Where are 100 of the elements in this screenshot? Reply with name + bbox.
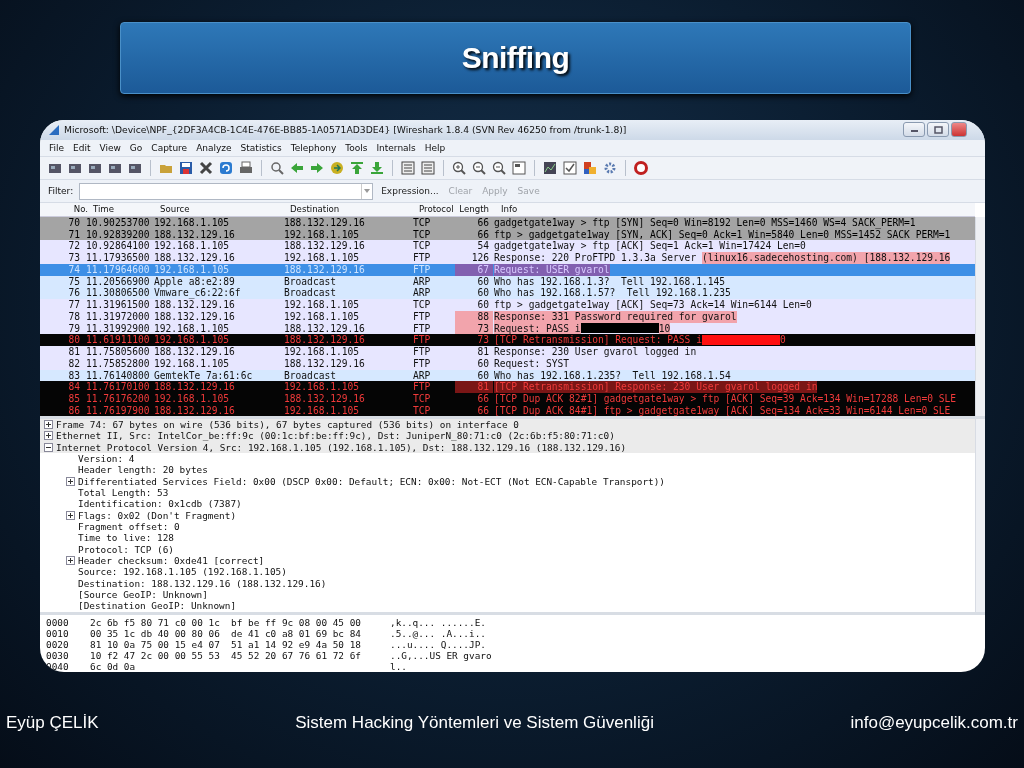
packet-row[interactable]: 80 11.61911100 192.168.1.105 188.132.129.16 FTP 73 [TCP Retransmission] Request: PASS i 0: [40, 334, 975, 347]
expand-icon[interactable]: [66, 510, 75, 520]
info-text: ftp > gadgetgate1way [SYN, ACK] Seq=0 Ack=1 Win=5840 Len=0 MSS=1452 SACK_PERM=1: [494, 228, 951, 241]
close-icon[interactable]: [199, 161, 213, 176]
packet-row[interactable]: 86 11.76197900 188.132.129.16 192.168.1.105 TCP 66 [TCP Dup ACK 84#1] ftp > gadgetgate1way [ACK] Seq=134 Ack=33 Win=6144 Len=0 SLE: [40, 404, 975, 416]
packet-row[interactable]: 85 11.76176200 192.168.1.105 188.132.129.16 TCP 66 [TCP Dup ACK 82#1] gadgetgate1way > ftp [ACK] Seq=39 Ack=134 Win=17288 Len=0 SLE: [40, 393, 975, 405]
tree-item[interactable]: [Destination GeoIP: Unknown]: [78, 600, 237, 612]
filter-button[interactable]: Expression...: [379, 186, 441, 196]
table-cell-text: 66: [476, 404, 490, 416]
table-cell-text: 11.75852800: [85, 357, 151, 370]
minimize-button[interactable]: [903, 122, 925, 138]
bottom-arrow-icon[interactable]: [370, 161, 384, 176]
zoom-reset-icon[interactable]: [492, 161, 506, 176]
tree-item[interactable]: Differentiated Services Field: 0x00 (DSCP 0x00: Default; ECN: 0x00: Not-ECT (Not ECN-Capable Transport)): [78, 475, 665, 487]
column-header[interactable]: Protocol: [417, 204, 459, 215]
maximize-button[interactable]: [927, 122, 949, 138]
tree-item[interactable]: [Source GeoIP: Unknown]: [78, 589, 208, 601]
left-arrow-icon[interactable]: [290, 161, 304, 176]
tree-item[interactable]: Total Length: 53: [78, 486, 169, 499]
tree-item[interactable]: Source: 192.168.1.105 (192.168.1.105): [78, 566, 287, 578]
tree-item[interactable]: Flags: 0x02 (Don't Fragment): [78, 509, 237, 521]
table-cell-text: 10.90253700: [85, 216, 151, 229]
table-cell-text: 11.76140800: [85, 369, 151, 382]
collapse-icon[interactable]: [44, 442, 53, 452]
author-name: Eyüp ÇELİK: [6, 713, 99, 733]
scrollbar[interactable]: [975, 418, 985, 612]
menu-item[interactable]: Help: [424, 143, 446, 154]
print-icon[interactable]: [239, 161, 253, 176]
column-header[interactable]: Length: [459, 204, 493, 215]
card-icon[interactable]: [68, 161, 82, 176]
card-icon[interactable]: [88, 161, 102, 176]
tree-item[interactable]: Version: 4: [78, 452, 135, 465]
table-cell-text: 192.168.1.105: [154, 322, 231, 335]
column-header[interactable]: Time: [88, 204, 158, 215]
list-icon[interactable]: [401, 161, 415, 176]
table-cell-text: 188.132.129.16: [284, 263, 366, 276]
table-cell-text: FTP: [413, 322, 432, 335]
close-button[interactable]: [951, 122, 967, 138]
menu-item[interactable]: Internals: [376, 143, 416, 154]
colors-icon[interactable]: [583, 161, 597, 176]
tree-item[interactable]: Header length: 20 bytes: [78, 464, 208, 476]
column-header[interactable]: Destination: [288, 204, 417, 215]
menu-item[interactable]: View: [99, 143, 121, 154]
menu-item[interactable]: Telephony: [290, 143, 337, 154]
info-text: Response: 220 ProFTPD 1.3.3a Server: [494, 252, 698, 264]
resize-icon[interactable]: [512, 161, 526, 176]
hex-bytes: 6c 0d 0a: [90, 661, 137, 672]
right-arrow-icon[interactable]: [310, 161, 324, 176]
packet-row[interactable]: 81 11.75805600 188.132.129.16 192.168.1.105 FTP 81 Response: 230 User gvarol logged in: [40, 346, 975, 358]
table-cell-text: 10.92864100: [85, 240, 151, 253]
table-cell-text: 60: [476, 275, 490, 288]
expand-icon[interactable]: [44, 420, 53, 429]
search-icon[interactable]: [270, 161, 284, 176]
gear-icon[interactable]: [603, 161, 617, 176]
ascii-text: l..: [390, 661, 407, 672]
packet-row[interactable]: 77 11.31961500 188.132.129.16 192.168.1.105 TCP 60 ftp > gadgetgate1way [ACK] Seq=73 Ack=14 Win=6144 Len=0: [40, 299, 975, 311]
filter-field[interactable]: [79, 182, 374, 200]
card-icon[interactable]: [108, 161, 122, 176]
zoom-in-icon[interactable]: [452, 161, 466, 176]
dropdown-icon[interactable]: [361, 183, 373, 199]
table-cell-text: 188.132.129.16: [284, 216, 366, 229]
jump-icon[interactable]: [330, 161, 344, 176]
tree-item[interactable]: Identification: 0x1cdb (7387): [78, 498, 242, 510]
column-header[interactable]: No.: [40, 204, 88, 215]
expand-icon[interactable]: [66, 476, 75, 486]
table-cell-text: 192.168.1.105: [284, 252, 361, 264]
info-text: Response: 230 User gvarol logged in: [494, 346, 697, 358]
lifebuoy-icon[interactable]: [634, 161, 648, 176]
list-icon[interactable]: [421, 161, 435, 176]
packet-row[interactable]: 73 11.17936500 188.132.129.16 192.168.1.105 FTP 126 Response: 220 ProFTPD 1.3.3a Server (linux16.sadecehosting.com) [188.132.129.16: [40, 252, 975, 264]
packet-row[interactable]: 76 11.30806500 Vmware_c6:22:6f Broadcast ARP 60 Who has 192.168.1.57? Tell 192.168.1.235: [40, 287, 975, 300]
graph-icon[interactable]: [543, 161, 557, 176]
packet-row[interactable]: 72 10.92864100 192.168.1.105 188.132.129.16 TCP 54 gadgetgate1way > ftp [ACK] Seq=1 Ack=1 Win=17424 Len=0: [40, 240, 975, 253]
expand-icon[interactable]: [44, 431, 53, 441]
table-cell-text: 77: [67, 299, 81, 311]
save-icon[interactable]: [179, 161, 193, 176]
tree-item[interactable]: Protocol: TCP (6): [78, 543, 174, 555]
reload-icon[interactable]: [219, 161, 233, 176]
expand-icon[interactable]: [66, 556, 75, 566]
scrollbar[interactable]: [975, 216, 985, 416]
packet-row[interactable]: 84 11.76170100 188.132.129.16 192.168.1.105 FTP 81 [TCP Retransmission] Response: 230 User gvarol logged in: [40, 381, 975, 394]
menu-item[interactable]: Statistics: [240, 143, 282, 154]
top-arrow-icon[interactable]: [350, 161, 364, 176]
card-icon[interactable]: [128, 161, 142, 176]
column-header[interactable]: Source: [158, 204, 288, 215]
tree-item[interactable]: Fragment offset: 0: [78, 520, 180, 533]
checkbox-icon[interactable]: [563, 161, 577, 176]
menu-item[interactable]: File: [49, 143, 65, 154]
menu-item[interactable]: Go: [129, 143, 143, 154]
tree-item[interactable]: Destination: 188.132.129.16 (188.132.129.16): [78, 577, 327, 589]
card-icon[interactable]: [48, 161, 62, 176]
menu-item[interactable]: Tools: [345, 143, 368, 154]
tree-item[interactable]: Header checksum: 0xde41 [correct]: [78, 554, 265, 567]
menu-item[interactable]: Analyze: [196, 143, 232, 154]
tree-item[interactable]: Time to live: 128: [78, 532, 174, 544]
menu-item[interactable]: Capture: [151, 143, 188, 154]
zoom-out-icon[interactable]: [472, 161, 486, 176]
column-header[interactable]: Info: [493, 204, 975, 215]
table-cell-text: 66: [476, 228, 490, 241]
menu-item[interactable]: Edit: [73, 143, 91, 154]
